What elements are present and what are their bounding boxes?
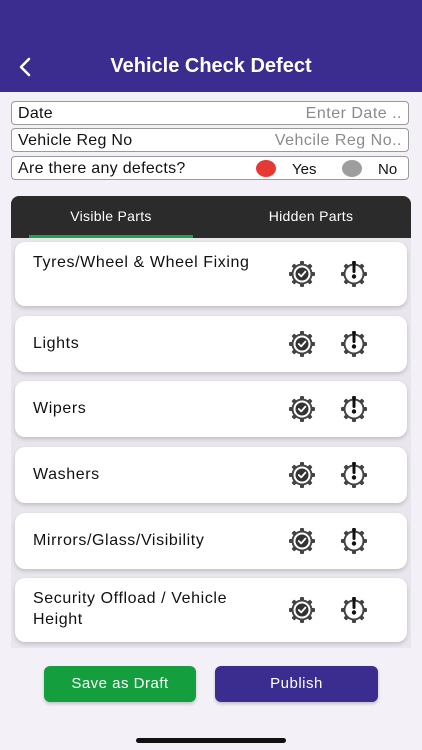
part-label: Tyres/Wheel & Wheel Fixing xyxy=(33,254,250,271)
part-card[interactable]: Tyres/Wheel & Wheel Fixing xyxy=(15,242,407,306)
radio-yes[interactable] xyxy=(256,160,276,177)
gear-alert-icon[interactable] xyxy=(339,460,369,490)
gear-check-icon[interactable] xyxy=(287,259,317,289)
gear-check-icon[interactable] xyxy=(287,394,317,424)
part-label: Washers xyxy=(33,466,100,483)
radio-no[interactable] xyxy=(342,160,362,177)
part-card[interactable]: Mirrors/Glass/Visibility xyxy=(15,513,407,569)
defects-label: Are there any defects? xyxy=(18,160,186,177)
gear-check-icon[interactable] xyxy=(287,595,317,625)
part-label: Security Offload / Vehicle Height xyxy=(33,590,228,628)
part-card[interactable]: Security Offload / Vehicle Height xyxy=(15,578,407,642)
gear-check-icon[interactable] xyxy=(287,329,317,359)
parts-tabs: Visible Parts Hidden Parts xyxy=(11,196,411,238)
gear-check-icon[interactable] xyxy=(287,526,317,556)
part-label: Lights xyxy=(33,335,80,352)
gear-alert-icon[interactable] xyxy=(339,526,369,556)
vehicle-reg-label: Vehicle Reg No xyxy=(18,132,133,149)
save-draft-button[interactable]: Save as Draft xyxy=(44,666,196,702)
part-card[interactable]: Wipers xyxy=(15,381,407,437)
app-header: Vehicle Check Defect xyxy=(0,0,422,92)
radio-no-label[interactable]: No xyxy=(378,161,397,178)
date-label: Date xyxy=(18,105,53,122)
publish-button[interactable]: Publish xyxy=(215,666,378,702)
date-field[interactable]: Date xyxy=(11,101,409,125)
tab-hidden-parts[interactable]: Hidden Parts xyxy=(211,196,411,238)
part-label: Wipers xyxy=(33,400,87,417)
home-indicator xyxy=(136,738,286,743)
tab-visible-parts[interactable]: Visible Parts xyxy=(11,196,211,238)
gear-alert-icon[interactable] xyxy=(339,595,369,625)
gear-alert-icon[interactable] xyxy=(339,394,369,424)
part-card[interactable]: Washers xyxy=(15,447,407,503)
part-card[interactable]: Lights xyxy=(15,316,407,372)
part-label: Mirrors/Glass/Visibility xyxy=(33,532,205,549)
radio-yes-label[interactable]: Yes xyxy=(292,161,316,178)
parts-list: Tyres/Wheel & Wheel Fixing Lights Wipers Wa… xyxy=(11,238,411,648)
defects-field: Are there any defects? Yes No xyxy=(11,156,409,180)
date-input[interactable] xyxy=(232,104,402,123)
gear-check-icon[interactable] xyxy=(287,460,317,490)
vehicle-reg-input[interactable] xyxy=(232,131,402,150)
gear-alert-icon[interactable] xyxy=(339,329,369,359)
gear-alert-icon[interactable] xyxy=(339,259,369,289)
page-title: Vehicle Check Defect xyxy=(110,55,312,77)
vehicle-reg-field[interactable]: Vehicle Reg No xyxy=(11,128,409,152)
